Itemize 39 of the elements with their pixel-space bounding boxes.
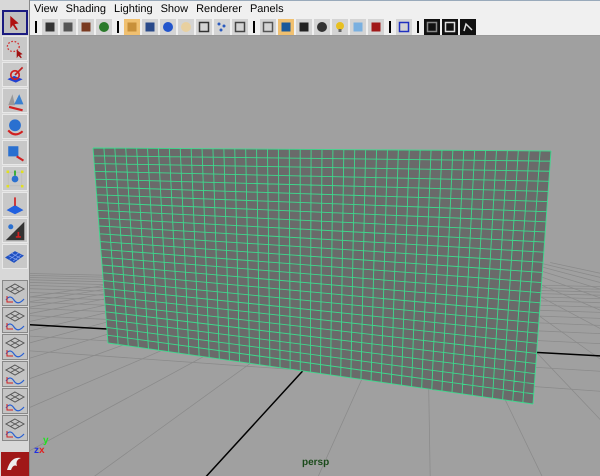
square-frame-button[interactable] [442, 18, 458, 34]
logo-icon [0, 452, 28, 476]
tool-button[interactable] [2, 10, 28, 35]
layout-button[interactable] [2, 307, 28, 333]
joint-button[interactable] [460, 18, 476, 34]
layout-button[interactable] [2, 280, 28, 306]
last-tool-icon [4, 220, 26, 242]
layout-button[interactable] [2, 334, 28, 360]
dark-sphere-button[interactable] [314, 18, 330, 34]
grid-tiles-icon [5, 250, 24, 262]
wire-box-button[interactable] [196, 18, 212, 34]
dots-icon [216, 20, 228, 32]
wire-box-icon [198, 20, 210, 32]
light-bulb-button[interactable] [332, 18, 348, 34]
frame-button[interactable] [396, 18, 412, 34]
frame-icon [398, 20, 410, 32]
menu-item[interactable]: Lighting [114, 1, 153, 18]
joint-icon [462, 20, 474, 32]
light-bulb-icon [334, 20, 346, 32]
layout-button[interactable] [2, 388, 28, 414]
menu-item[interactable]: View [34, 1, 58, 18]
menu-item[interactable]: Panels [250, 1, 284, 18]
axis-label: x [39, 446, 45, 456]
dots-button[interactable] [214, 18, 230, 34]
square-frame-icon [444, 20, 456, 32]
dark-sphere-icon [316, 20, 328, 32]
select-arrow-icon [9, 14, 20, 30]
layout-button[interactable] [2, 415, 28, 441]
disc-icon [180, 20, 192, 32]
sphere-icon [162, 20, 174, 32]
sphere-button[interactable] [160, 18, 176, 34]
menu-item[interactable]: Show [160, 1, 188, 18]
camera-label: persp [302, 456, 330, 470]
menu-item[interactable]: Shading [66, 1, 106, 18]
axis-label: z [34, 446, 39, 456]
manipulator-icon [4, 168, 26, 190]
menu-item[interactable]: Renderer [196, 1, 242, 18]
axis-label: y [43, 436, 49, 446]
layout-button[interactable] [2, 361, 28, 387]
